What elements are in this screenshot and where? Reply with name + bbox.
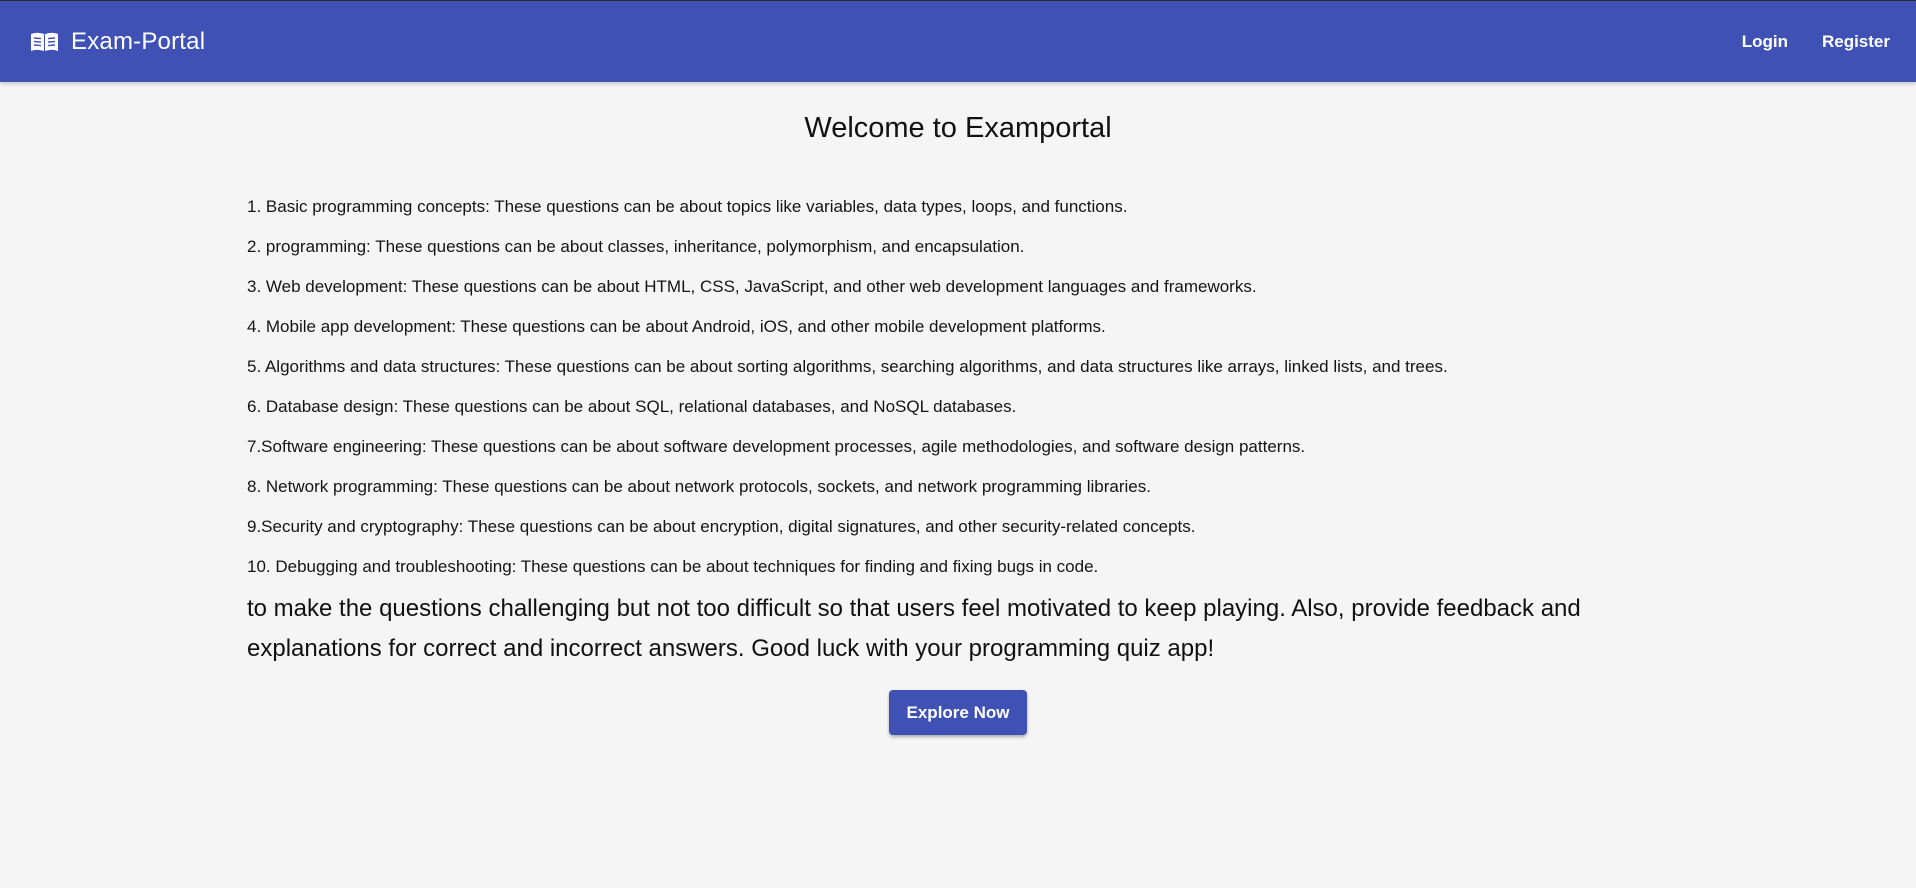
list-item: 1. Basic programming concepts: These que… [247,197,1128,216]
list-item: 5. Algorithms and data structures: These… [247,357,1448,376]
login-link[interactable]: Login [1742,32,1788,52]
list-item: 8. Network programming: These questions … [247,477,1151,496]
brand[interactable]: Exam-Portal [30,28,205,56]
main-content: Welcome to Examportal 1. Basic programmi… [247,82,1669,735]
page-title: Welcome to Examportal [804,112,1112,144]
list-item: 3. Web development: These questions can … [247,277,1257,296]
register-link[interactable]: Register [1822,32,1890,52]
list-item: 10. Debugging and troubleshooting: These… [247,557,1099,576]
open-book-icon [30,31,59,53]
list-item: 7.Software engineering: These questions … [247,437,1306,456]
cta-container: Explore Now [247,690,1669,735]
explore-now-button[interactable]: Explore Now [889,690,1027,735]
nav-links: Login Register [1708,32,1890,52]
topic-list: 1. Basic programming concepts: These que… [247,187,1669,587]
top-navbar: Exam-Portal Login Register [0,0,1916,82]
list-item: 6. Database design: These questions can … [247,397,1017,416]
list-item: 2. programming: These questions can be a… [247,237,1025,256]
brand-title: Exam-Portal [71,27,206,55]
closing-text: to make the questions challenging but no… [247,595,1581,662]
list-item: 9.Security and cryptography: These quest… [247,517,1196,536]
list-item: 4. Mobile app development: These questio… [247,317,1106,336]
